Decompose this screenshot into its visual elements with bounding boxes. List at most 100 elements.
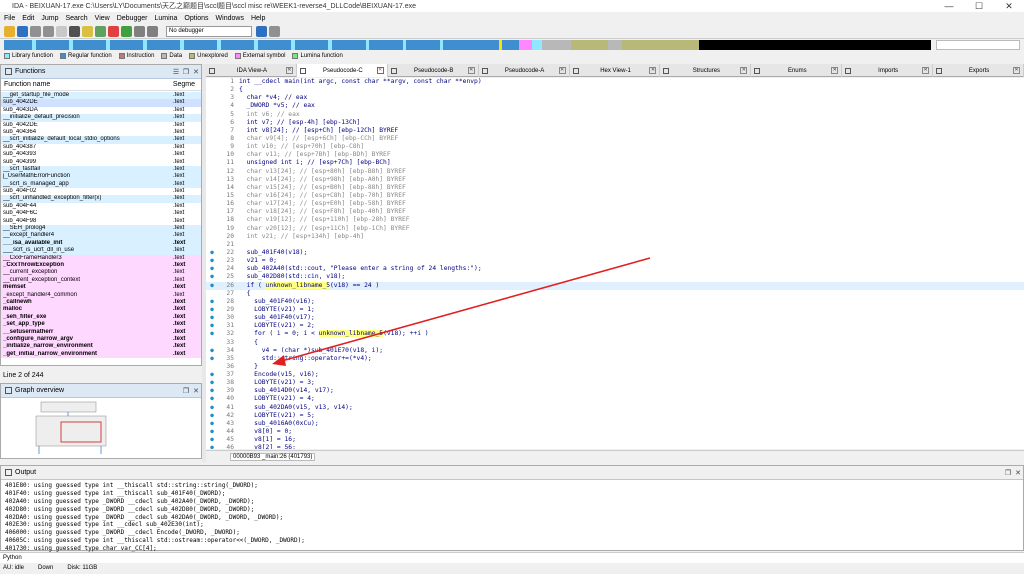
- refresh-icon[interactable]: [269, 25, 280, 37]
- code-line[interactable]: 8 char v9[4]; // [esp+6Ch] [ebp-CCh] BYR…: [206, 135, 1024, 143]
- function-row[interactable]: __scrt_initialize_default_local_stdio_op…: [1, 136, 201, 144]
- breakpoint-marker-icon[interactable]: [206, 192, 218, 200]
- code-line[interactable]: ● 25 sub_402D80(std::cin, v18);: [206, 273, 1024, 281]
- back-icon[interactable]: [30, 25, 41, 37]
- nav-segment[interactable]: [699, 40, 931, 50]
- tab-close-icon[interactable]: ✕: [922, 67, 930, 74]
- search-icon[interactable]: [69, 25, 80, 37]
- code-line[interactable]: 10 char v11; // [esp+7Bh] [ebp-BDh] BYRE…: [206, 151, 1024, 159]
- function-row[interactable]: __current_exception_context .text: [1, 276, 201, 285]
- breakpoint-marker-icon[interactable]: ●: [206, 347, 218, 355]
- function-row[interactable]: ___scrt_is_ucrt_dll_in_use .text: [1, 247, 201, 255]
- code-line[interactable]: ● 34 v4 = (char *)sub_401E70(v18, i);: [206, 347, 1024, 355]
- breakpoint-marker-icon[interactable]: [206, 127, 218, 135]
- tab-exports[interactable]: Exports ✕: [933, 64, 1024, 77]
- breakpoint-marker-icon[interactable]: [206, 119, 218, 127]
- nav-segment[interactable]: [439, 40, 444, 50]
- breakpoint-marker-icon[interactable]: ●: [206, 371, 218, 379]
- function-row[interactable]: sub_404F98 .text: [1, 218, 201, 225]
- code-line[interactable]: ● 39 sub_4014D0(v14, v17);: [206, 387, 1024, 395]
- graph-overview-canvas[interactable]: [1, 398, 201, 458]
- code-line[interactable]: ● 32 for ( i = 0; i < unknown_libname_5(v…: [206, 330, 1024, 338]
- nav-segment[interactable]: [532, 40, 542, 50]
- breakpoint-marker-icon[interactable]: [206, 339, 218, 347]
- code-line[interactable]: ● 31 LOBYTE(v21) = 2;: [206, 322, 1024, 330]
- nav-segment[interactable]: [105, 40, 110, 50]
- breakpoint-marker-icon[interactable]: ●: [206, 420, 218, 428]
- function-row[interactable]: sub_404F6C .text: [1, 210, 201, 217]
- maximize-button[interactable]: ☐: [964, 1, 994, 12]
- nav-segment[interactable]: [541, 40, 572, 50]
- graph-icon[interactable]: [95, 25, 106, 37]
- breakpoint-marker-icon[interactable]: ●: [206, 355, 218, 363]
- tab-close-icon[interactable]: ✕: [376, 67, 384, 74]
- breakpoint-marker-icon[interactable]: [206, 200, 218, 208]
- menu-item-help[interactable]: Help: [251, 15, 265, 22]
- stop-icon[interactable]: [108, 25, 119, 37]
- breakpoint-marker-icon[interactable]: [206, 102, 218, 110]
- nav-segment[interactable]: [31, 40, 36, 50]
- code-line[interactable]: ● 35 std::string::operator+=(*v4);: [206, 355, 1024, 363]
- code-line[interactable]: 18 char v19[12]; // [esp+110h] [ebp-28h]…: [206, 216, 1024, 224]
- tab-close-icon[interactable]: ✕: [1013, 67, 1021, 74]
- nav-segment[interactable]: [519, 40, 533, 50]
- menu-item-windows[interactable]: Windows: [216, 15, 244, 22]
- breakpoint-marker-icon[interactable]: [206, 86, 218, 94]
- breakpoint-marker-icon[interactable]: [206, 290, 218, 298]
- minimize-button[interactable]: —: [934, 1, 964, 11]
- tab-close-icon[interactable]: ✕: [467, 67, 475, 74]
- save-icon[interactable]: [17, 25, 28, 37]
- code-line[interactable]: ● 45 v8[1] = 16;: [206, 436, 1024, 444]
- open-icon[interactable]: [4, 25, 15, 37]
- nav-segment[interactable]: [365, 40, 370, 50]
- breakpoint-marker-icon[interactable]: ●: [206, 387, 218, 395]
- tab-close-icon[interactable]: ✕: [285, 67, 293, 74]
- function-row[interactable]: _seh_filter_exe .text: [1, 313, 201, 322]
- nav-segment[interactable]: [402, 40, 407, 50]
- step-icon[interactable]: [134, 25, 145, 37]
- function-row[interactable]: __initialize_default_precision .text: [1, 114, 201, 122]
- function-row[interactable]: sub_404387 .text: [1, 144, 201, 151]
- breakpoint-marker-icon[interactable]: [206, 363, 218, 371]
- breakpoint-marker-icon[interactable]: [206, 94, 218, 102]
- code-line[interactable]: 6 int v7; // [esp-4h] [ebp-13Ch]: [206, 119, 1024, 127]
- code-line[interactable]: 27 {: [206, 290, 1024, 298]
- menu-item-options[interactable]: Options: [184, 15, 208, 22]
- function-row[interactable]: sub_4042DE .text: [1, 122, 201, 129]
- tab-close-icon[interactable]: ✕: [649, 67, 657, 74]
- code-line[interactable]: 1 int __cdecl main(int argc, const char *…: [206, 78, 1024, 86]
- panel-close-icon[interactable]: ✕: [191, 68, 201, 76]
- function-row[interactable]: __current_exception .text: [1, 269, 201, 277]
- breakpoint-marker-icon[interactable]: [206, 135, 218, 143]
- code-line[interactable]: 3 char *v4; // eax: [206, 94, 1024, 102]
- code-line[interactable]: ● 30 sub_401F40(v17);: [206, 314, 1024, 322]
- nav-segment[interactable]: [68, 40, 73, 50]
- nav-segment[interactable]: [143, 40, 147, 50]
- code-line[interactable]: 2{: [206, 86, 1024, 94]
- code-line[interactable]: 33 {: [206, 339, 1024, 347]
- function-row[interactable]: __scrt_fastfail .text: [1, 165, 201, 174]
- function-row[interactable]: __setusermatherr .text: [1, 328, 201, 336]
- debugger-select[interactable]: No debugger: [166, 25, 252, 37]
- function-row[interactable]: __get_startup_file_mode .text: [1, 92, 201, 100]
- tab-pseudocode-b[interactable]: Pseudocode-B ✕: [388, 64, 479, 77]
- output-float-icon[interactable]: ❐: [1003, 469, 1013, 477]
- code-line[interactable]: 36 }: [206, 363, 1024, 371]
- breakpoint-marker-icon[interactable]: [206, 159, 218, 167]
- breakpoint-marker-icon[interactable]: ●: [206, 273, 218, 281]
- function-row[interactable]: memset .text: [1, 284, 201, 292]
- code-line[interactable]: 17 char v18[24]; // [esp+F8h] [ebp-40h] …: [206, 208, 1024, 216]
- function-row[interactable]: sub_404F44 .text: [1, 203, 201, 210]
- function-row[interactable]: _CxxThrowException .text: [1, 261, 201, 270]
- panel-menu-icon[interactable]: ☰: [171, 68, 181, 76]
- tab-ida-view-a[interactable]: IDA View-A ✕: [206, 64, 297, 77]
- function-row[interactable]: __SEH_prolog4 .text: [1, 225, 201, 233]
- menu-item-debugger[interactable]: Debugger: [117, 15, 148, 22]
- function-row[interactable]: _get_initial_narrow_environment .text: [1, 350, 201, 359]
- breakpoint-marker-icon[interactable]: ●: [206, 306, 218, 314]
- code-line[interactable]: ● 22 sub_401F40(v18);: [206, 249, 1024, 257]
- python-input[interactable]: Python: [0, 552, 1024, 563]
- close-button[interactable]: ✕: [994, 1, 1024, 12]
- code-line[interactable]: 16 char v17[24]; // [esp+E0h] [ebp-58h] …: [206, 200, 1024, 208]
- output-close-icon[interactable]: ✕: [1013, 469, 1023, 477]
